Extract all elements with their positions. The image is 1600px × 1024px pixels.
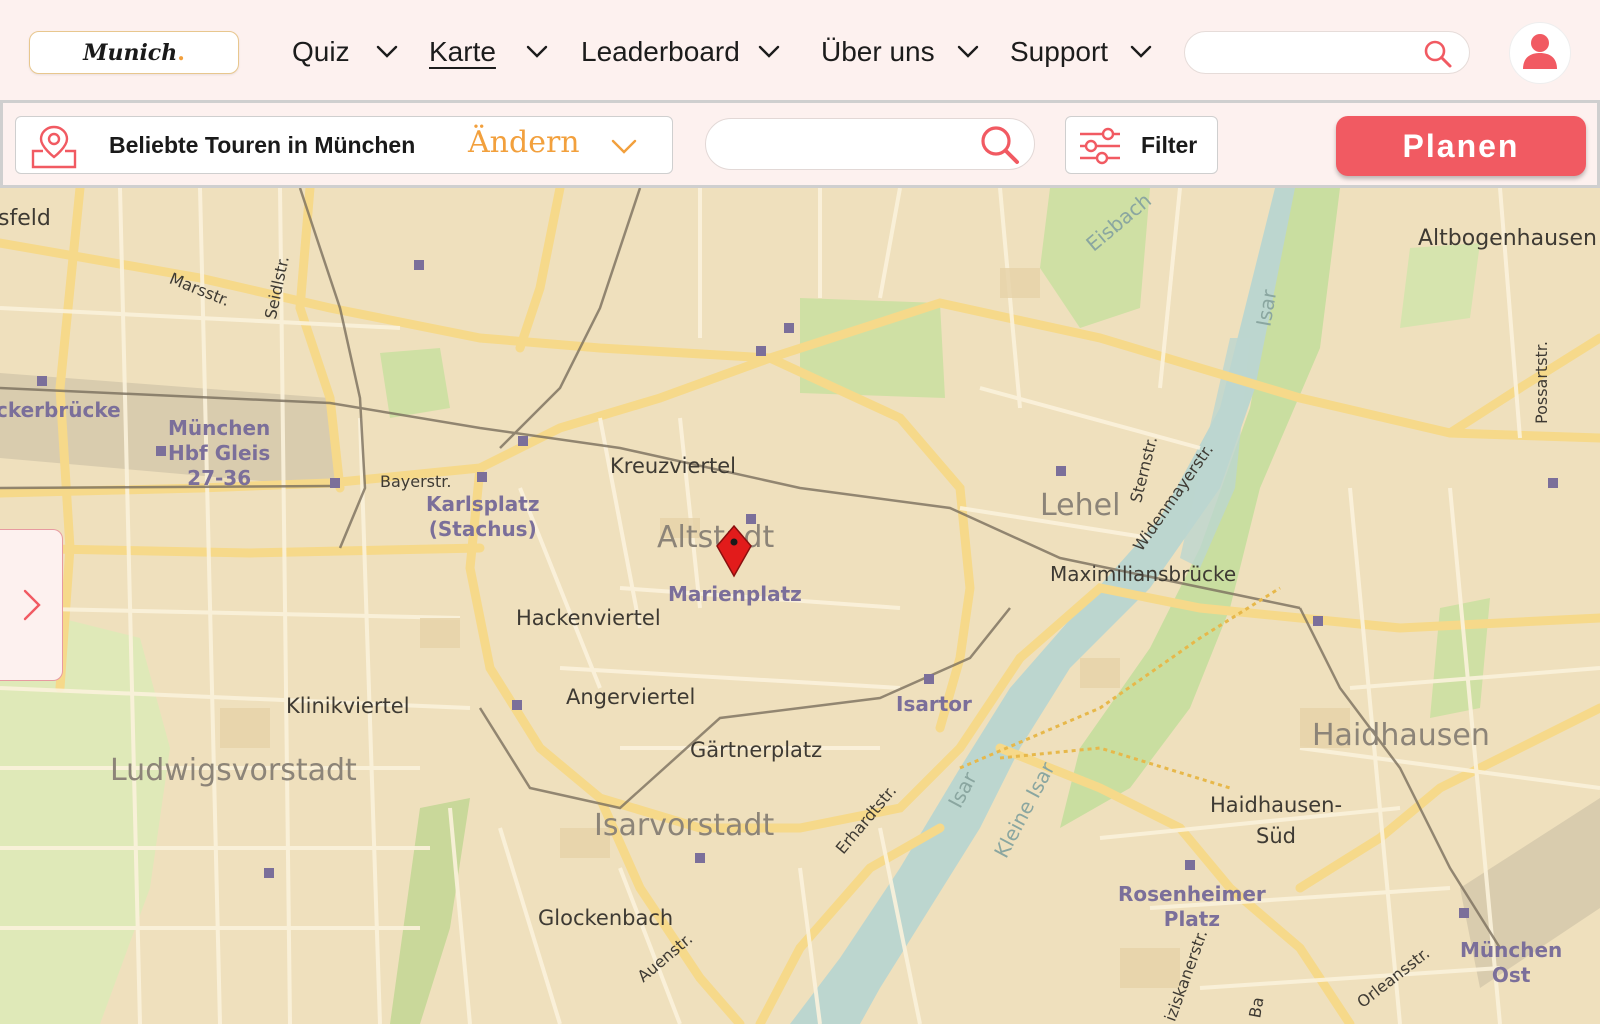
street-label: Bayerstr.: [380, 472, 452, 491]
user-profile-button[interactable]: [1509, 22, 1571, 84]
map-label: Karlsplatz (Stachus): [426, 492, 540, 541]
map-label: ckerbrücke: [0, 398, 121, 422]
chevron-right-icon: [22, 588, 42, 626]
nav-item-label: Karte: [429, 36, 496, 67]
plan-button[interactable]: Planen: [1336, 116, 1586, 176]
map-label: Isarvorstadt: [594, 808, 775, 843]
location-marker-icon[interactable]: [713, 524, 755, 584]
tour-title: Beliebte Touren in München: [109, 132, 416, 158]
street-label: Possartstr.: [1532, 341, 1551, 424]
nav-item-support[interactable]: Support: [1010, 30, 1152, 74]
map-label: Maximiliansbrücke: [1050, 562, 1237, 586]
top-search-box: [1184, 31, 1470, 74]
map-pin-icon: [30, 123, 78, 173]
map-label: Isartor: [896, 692, 972, 716]
map-label: Haidhausen: [1312, 718, 1490, 753]
chevron-down-icon[interactable]: [758, 45, 780, 59]
nav-item-quiz[interactable]: Quiz: [292, 30, 398, 74]
map-label: Kreuzviertel: [610, 454, 736, 478]
nav-item-label: Über uns: [821, 36, 935, 67]
nav-item-karte[interactable]: Karte: [429, 30, 548, 74]
chevron-down-icon[interactable]: [611, 139, 637, 159]
map-toolbar: Beliebte Touren in München Ändern Filter…: [0, 100, 1600, 188]
map-label: Haidhausen- Süd: [1210, 793, 1343, 848]
map-search-box: [705, 118, 1035, 170]
map-label: Rosenheimer Platz: [1118, 882, 1266, 931]
map-label: Angerviertel: [566, 685, 696, 709]
nav-item-ueber-uns[interactable]: Über uns: [821, 30, 979, 74]
user-icon: [1520, 31, 1560, 75]
map-label: Klinikviertel: [286, 694, 410, 718]
sliders-icon: [1078, 126, 1122, 170]
map-label: Lehel: [1040, 488, 1121, 523]
map-label: München Hbf Gleis 27-36: [168, 416, 271, 490]
map-search-input[interactable]: [724, 129, 964, 161]
filter-button[interactable]: Filter: [1065, 116, 1218, 174]
map-label: Gärtnerplatz: [690, 738, 823, 762]
map-view[interactable]: sfeld Altbogenhausen ckerbrücke München …: [0, 188, 1600, 1024]
map-label: sfeld: [0, 206, 51, 231]
logo-dot: .: [177, 39, 185, 66]
tour-selector[interactable]: Beliebte Touren in München Ändern: [15, 116, 673, 174]
nav-item-label: Quiz: [292, 36, 350, 67]
nav-item-label: Leaderboard: [581, 36, 740, 67]
map-label: Ludwigsvorstadt: [110, 753, 357, 788]
top-search-input[interactable]: [1201, 38, 1421, 68]
chevron-down-icon[interactable]: [376, 45, 398, 59]
change-tour-link[interactable]: Ändern: [468, 125, 580, 160]
top-navigation: Munich. Quiz Karte Leaderboard Über uns …: [0, 0, 1600, 100]
map-label: München Ost: [1460, 938, 1563, 987]
logo-text: Munich: [83, 39, 178, 66]
side-panel-toggle[interactable]: [0, 529, 63, 681]
nav-item-leaderboard[interactable]: Leaderboard: [581, 30, 780, 74]
nav-item-label: Support: [1010, 36, 1109, 67]
map-label: Altbogenhausen: [1418, 226, 1597, 251]
map-label: Hackenviertel: [516, 606, 661, 630]
filter-label: Filter: [1141, 132, 1198, 158]
logo[interactable]: Munich.: [29, 31, 239, 74]
chevron-down-icon[interactable]: [957, 45, 979, 59]
street-label: Ba: [1245, 995, 1268, 1020]
map-label: Marienplatz: [668, 582, 802, 606]
chevron-down-icon[interactable]: [1130, 45, 1152, 59]
map-label: Glockenbach: [538, 906, 674, 930]
search-icon[interactable]: [978, 123, 1022, 171]
search-icon[interactable]: [1423, 39, 1453, 73]
chevron-down-icon[interactable]: [526, 45, 548, 59]
